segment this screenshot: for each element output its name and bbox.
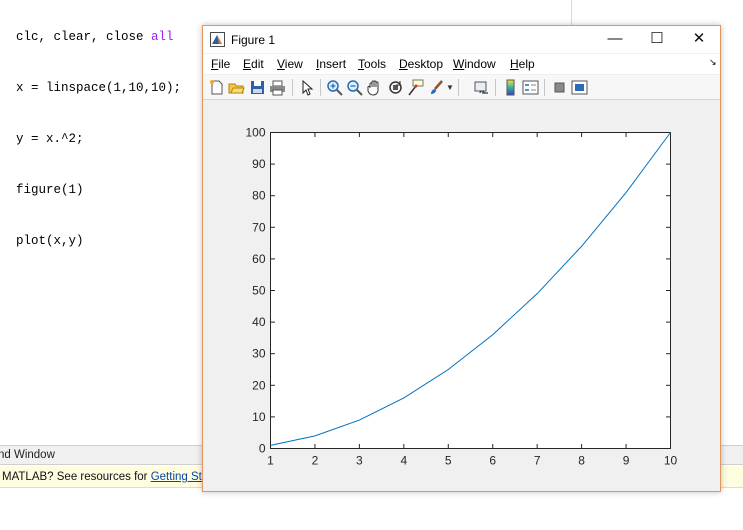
open-file-icon[interactable] — [228, 79, 245, 96]
menu-view[interactable]: View — [277, 57, 303, 71]
pointer-icon[interactable] — [298, 79, 315, 96]
code-line-4: figure(1) — [16, 183, 84, 197]
x-tick-label: 1 — [267, 454, 274, 468]
x-tick-label: 7 — [534, 454, 541, 468]
y-tick-label: 10 — [252, 410, 266, 424]
y-tick-label: 100 — [245, 126, 265, 140]
x-tick-label: 3 — [356, 454, 363, 468]
line-chart[interactable]: 1 2 3 4 5 6 7 8 9 100102030405060708090100 — [203, 101, 720, 491]
save-icon[interactable] — [249, 79, 266, 96]
figure-window: Figure 1 — ☐ ✕ File Edit View Insert Too… — [202, 25, 721, 492]
x-tick-label: 4 — [400, 454, 407, 468]
axes-box[interactable] — [270, 132, 671, 449]
y-tick-label: 20 — [252, 378, 266, 392]
brush-dropdown-icon[interactable]: ▼ — [446, 79, 454, 96]
code-line-2: x = linspace(1,10,10); — [16, 81, 182, 95]
rotate-3d-icon[interactable] — [387, 79, 404, 96]
menubar-dock-arrow-icon[interactable]: ↘ — [709, 57, 717, 68]
y-tick-label: 70 — [252, 220, 266, 234]
zoom-out-icon[interactable] — [346, 79, 363, 96]
menu-bar: File Edit View Insert Tools Desktop Wind… — [203, 54, 720, 74]
x-tick-label: 2 — [312, 454, 319, 468]
menu-window[interactable]: Window — [453, 57, 496, 71]
code-line-5: plot(x,y) — [16, 234, 84, 248]
link-plot-icon[interactable] — [473, 79, 490, 96]
menu-tools[interactable]: Tools — [358, 57, 386, 71]
legend-icon[interactable] — [522, 79, 539, 96]
toolbar-separator — [458, 79, 459, 96]
maximize-button[interactable]: ☐ — [636, 26, 678, 53]
x-tick-label: 5 — [445, 454, 452, 468]
x-tick-label: 8 — [578, 454, 585, 468]
menu-help[interactable]: Help — [510, 57, 535, 71]
x-tick-label: 10 — [664, 454, 678, 468]
y-tick-label: 50 — [252, 284, 266, 298]
y-tick-label: 40 — [252, 315, 266, 329]
y-tick-label: 90 — [252, 157, 266, 171]
minimize-icon: — — [607, 30, 623, 47]
x-tick-label: 9 — [623, 454, 630, 468]
hide-plot-tools-icon[interactable] — [551, 79, 568, 96]
code-line-3: y = x.^2; — [16, 132, 84, 146]
figure-title: Figure 1 — [231, 33, 276, 47]
menu-insert[interactable]: Insert — [316, 57, 346, 71]
matlab-figure-icon — [210, 32, 225, 47]
y-tick-label: 60 — [252, 252, 266, 266]
menu-file[interactable]: File — [211, 57, 230, 71]
close-button[interactable]: ✕ — [678, 26, 720, 53]
pan-icon[interactable] — [366, 79, 383, 96]
colorbar-icon[interactable] — [502, 79, 519, 96]
close-icon: ✕ — [692, 30, 706, 47]
figure-toolbar: ▼ — [203, 75, 720, 100]
code-line-1: clc, clear, close all — [16, 30, 174, 44]
data-cursor-icon[interactable] — [407, 79, 424, 96]
code-text[interactable]: clc, clear, close all x = linspace(1,10,… — [16, 0, 181, 284]
toolbar-separator — [292, 79, 293, 96]
maximize-icon: ☐ — [650, 30, 664, 47]
toolbar-separator — [495, 79, 496, 96]
keyword: all — [151, 30, 174, 44]
new-figure-icon[interactable] — [208, 79, 225, 96]
show-plot-tools-icon[interactable] — [571, 79, 588, 96]
x-tick-label: 6 — [489, 454, 496, 468]
y-tick-label: 80 — [252, 189, 266, 203]
command-window-title: nd Window — [0, 449, 55, 461]
menu-desktop[interactable]: Desktop — [399, 57, 443, 71]
banner-text: MATLAB? See resources for — [2, 471, 151, 483]
menu-edit[interactable]: Edit — [243, 57, 264, 71]
print-icon[interactable] — [269, 79, 286, 96]
toolbar-separator — [320, 79, 321, 96]
toolbar-separator — [544, 79, 545, 96]
minimize-button[interactable]: — — [594, 26, 636, 53]
figure-titlebar[interactable]: Figure 1 — ☐ ✕ — [203, 26, 720, 53]
plot-area[interactable]: 1 2 3 4 5 6 7 8 9 10 0 10 20 30 40 50 60 70 80 90 100 — [203, 101, 720, 491]
brush-icon[interactable] — [428, 79, 445, 96]
y-tick-label: 30 — [252, 347, 266, 361]
y-tick-label: 0 — [259, 442, 266, 456]
zoom-in-icon[interactable] — [326, 79, 343, 96]
